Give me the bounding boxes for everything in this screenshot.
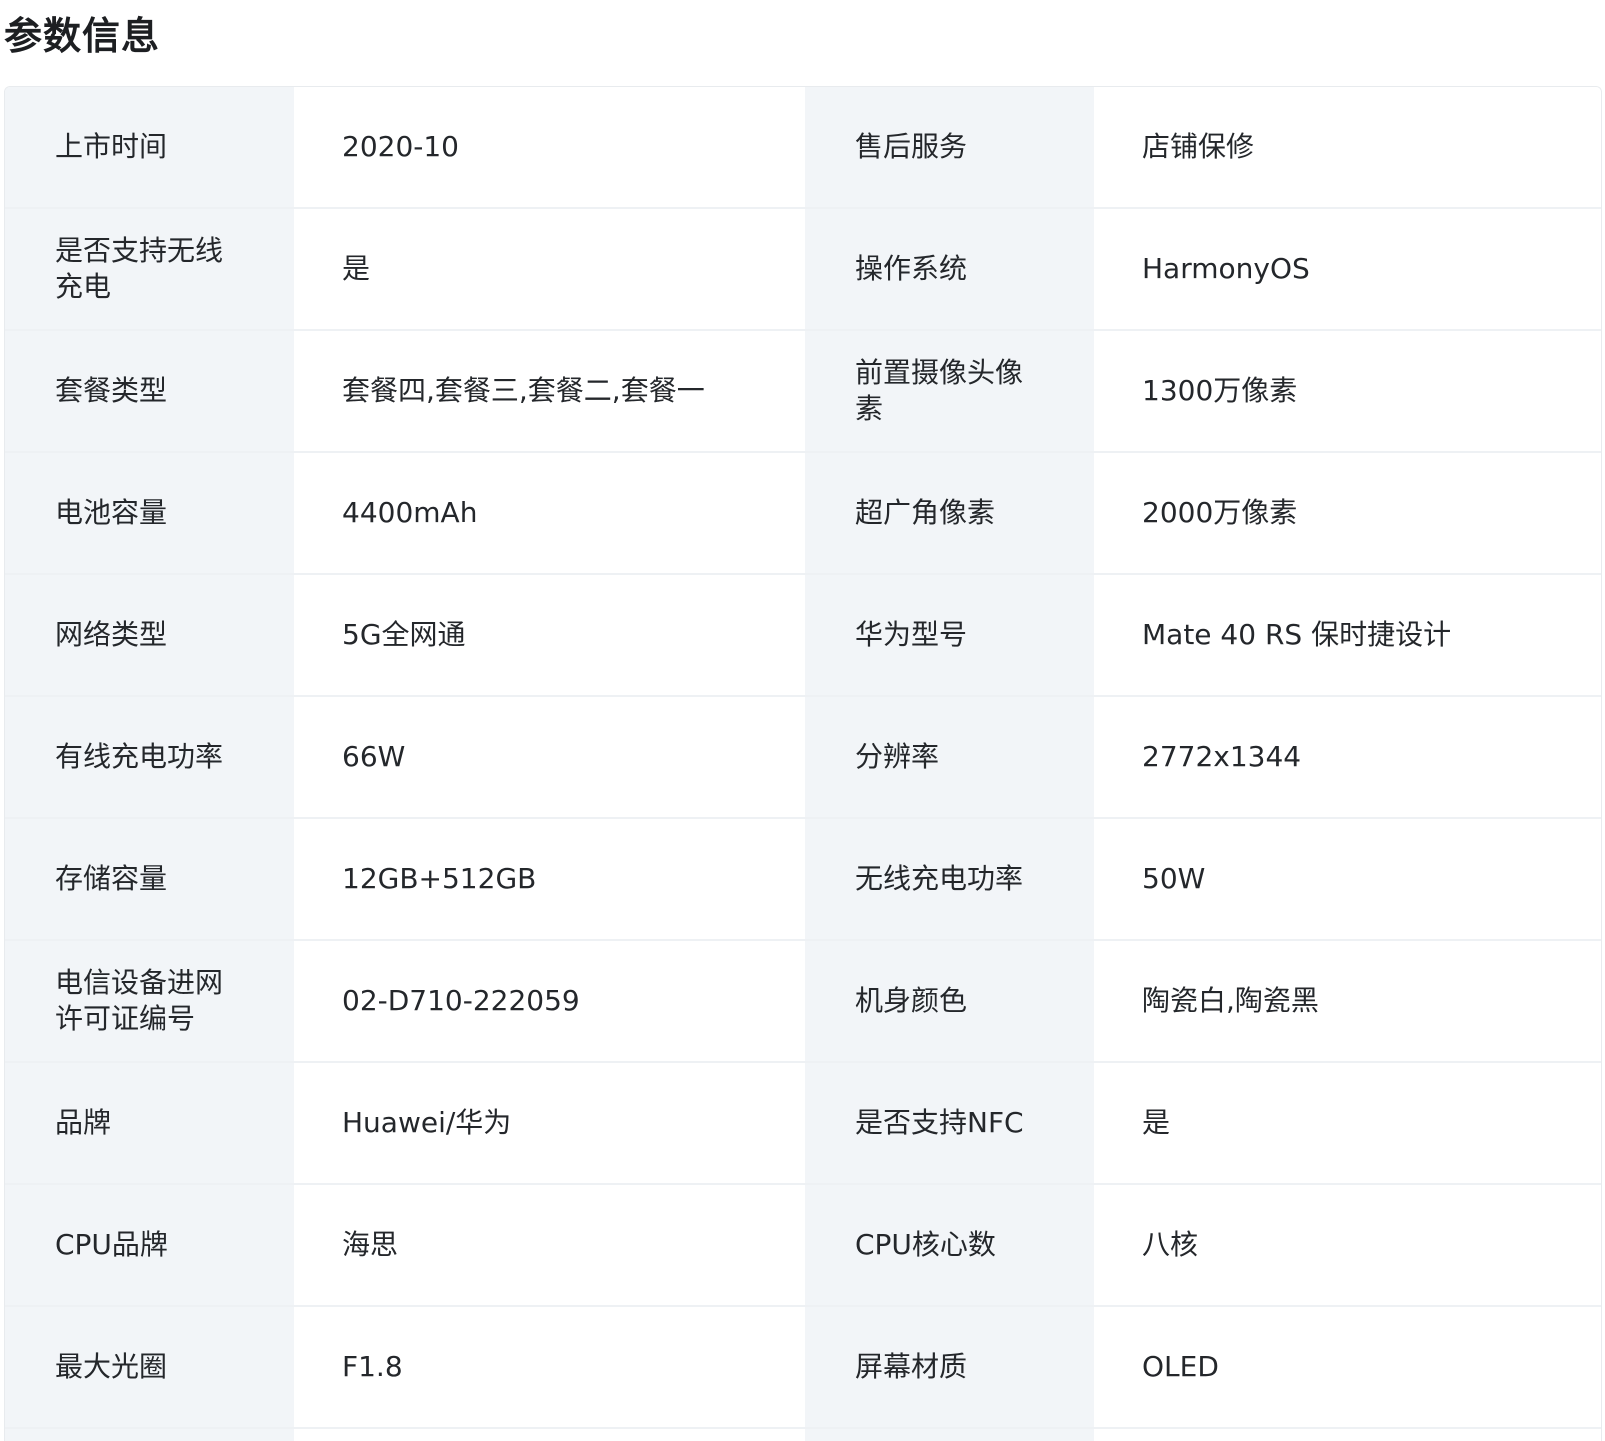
spec-label: 操作系统 — [805, 209, 1094, 329]
spec-value: 2020-10 — [294, 87, 805, 207]
spec-value: HarmonyOS — [1094, 209, 1601, 329]
spec-value: 2000万像素 — [1094, 453, 1601, 573]
spec-label: 品牌 — [5, 1063, 294, 1183]
spec-label-empty — [5, 1429, 294, 1441]
spec-value: 4400mAh — [294, 453, 805, 573]
spec-value-empty — [294, 1429, 805, 1441]
spec-value: 2772x1344 — [1094, 697, 1601, 817]
table-row: 最大光圈 F1.8 屏幕材质 OLED — [5, 1307, 1601, 1429]
spec-label: 套餐类型 — [5, 331, 294, 451]
spec-table: 上市时间 2020-10 售后服务 店铺保修 是否支持无线充电 是 操作系统 H… — [4, 86, 1602, 1441]
spec-label: CPU核心数 — [805, 1185, 1094, 1305]
spec-value: Mate 40 RS 保时捷设计 — [1094, 575, 1601, 695]
spec-label: 有线充电功率 — [5, 697, 294, 817]
spec-label: 超广角像素 — [805, 453, 1094, 573]
spec-value: 02-D710-222059 — [294, 941, 805, 1061]
spec-value: 陶瓷白,陶瓷黑 — [1094, 941, 1601, 1061]
page-title: 参数信息 — [4, 14, 161, 58]
spec-value: 1300万像素 — [1094, 331, 1601, 451]
table-row: 存储容量 12GB+512GB 无线充电功率 50W — [5, 819, 1601, 941]
spec-value: 5G全网通 — [294, 575, 805, 695]
spec-label: 是否支持无线充电 — [5, 209, 294, 329]
table-row: 电信设备进网许可证编号 02-D710-222059 机身颜色 陶瓷白,陶瓷黑 — [5, 941, 1601, 1063]
spec-label: 分辨率 — [805, 697, 1094, 817]
spec-value: 66W — [294, 697, 805, 817]
spec-label: 机身颜色 — [805, 941, 1094, 1061]
spec-value-empty — [1094, 1429, 1601, 1441]
table-row: 上市时间 2020-10 售后服务 店铺保修 — [5, 87, 1601, 209]
spec-value: OLED — [1094, 1307, 1601, 1427]
spec-label: CPU品牌 — [5, 1185, 294, 1305]
spec-label: 前置摄像头像素 — [805, 331, 1094, 451]
spec-value: 八核 — [1094, 1185, 1601, 1305]
spec-value: 店铺保修 — [1094, 87, 1601, 207]
spec-value: 是 — [294, 209, 805, 329]
spec-label: 华为型号 — [805, 575, 1094, 695]
spec-label: 最大光圈 — [5, 1307, 294, 1427]
spec-value: 50W — [1094, 819, 1601, 939]
spec-value: 是 — [1094, 1063, 1601, 1183]
table-row-partial — [5, 1429, 1601, 1441]
spec-value: 海思 — [294, 1185, 805, 1305]
table-row: 网络类型 5G全网通 华为型号 Mate 40 RS 保时捷设计 — [5, 575, 1601, 697]
spec-label: 电信设备进网许可证编号 — [5, 941, 294, 1061]
spec-value: F1.8 — [294, 1307, 805, 1427]
table-row: 有线充电功率 66W 分辨率 2772x1344 — [5, 697, 1601, 819]
spec-label: 是否支持NFC — [805, 1063, 1094, 1183]
table-row: 套餐类型 套餐四,套餐三,套餐二,套餐一 前置摄像头像素 1300万像素 — [5, 331, 1601, 453]
spec-label: 存储容量 — [5, 819, 294, 939]
table-row: 电池容量 4400mAh 超广角像素 2000万像素 — [5, 453, 1601, 575]
spec-label: 售后服务 — [805, 87, 1094, 207]
table-row: 品牌 Huawei/华为 是否支持NFC 是 — [5, 1063, 1601, 1185]
spec-label: 电池容量 — [5, 453, 294, 573]
spec-value: 12GB+512GB — [294, 819, 805, 939]
spec-label: 上市时间 — [5, 87, 294, 207]
spec-label: 网络类型 — [5, 575, 294, 695]
spec-label: 屏幕材质 — [805, 1307, 1094, 1427]
spec-label-empty — [805, 1429, 1094, 1441]
table-row: CPU品牌 海思 CPU核心数 八核 — [5, 1185, 1601, 1307]
table-row: 是否支持无线充电 是 操作系统 HarmonyOS — [5, 209, 1601, 331]
spec-value: 套餐四,套餐三,套餐二,套餐一 — [294, 331, 805, 451]
spec-label: 无线充电功率 — [805, 819, 1094, 939]
spec-value: Huawei/华为 — [294, 1063, 805, 1183]
